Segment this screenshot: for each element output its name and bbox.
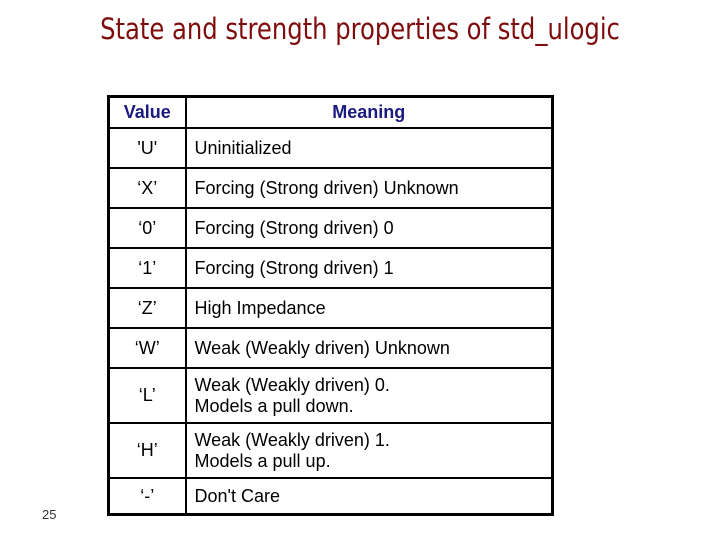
meaning-cell: Forcing (Strong driven) Unknown xyxy=(184,167,554,209)
meaning-cell: Uninitialized xyxy=(184,127,554,169)
meaning-cell: Weak (Weakly driven) 0. Models a pull do… xyxy=(184,367,554,424)
slide-number: 25 xyxy=(42,507,57,522)
table-row: ‘W’ Weak (Weakly driven) Unknown xyxy=(107,327,554,369)
meaning-cell: Forcing (Strong driven) 0 xyxy=(184,207,554,249)
meaning-line: Weak (Weakly driven) 0. xyxy=(194,374,390,395)
slide-title: State and strength properties of std_ulo… xyxy=(100,12,620,46)
meaning-line: High Impedance xyxy=(194,297,326,318)
table-row: 'U' Uninitialized xyxy=(107,127,554,169)
value-cell: 'U' xyxy=(107,127,187,169)
table-row: ‘0’ Forcing (Strong driven) 0 xyxy=(107,207,554,249)
table-row: ‘-’ Don't Care xyxy=(107,477,554,516)
meaning-line: Weak (Weakly driven) Unknown xyxy=(194,337,450,358)
meaning-cell: Weak (Weakly driven) Unknown xyxy=(184,327,554,369)
value-cell: ‘-’ xyxy=(107,477,187,516)
meaning-line: Uninitialized xyxy=(194,137,292,158)
table-row: ‘1’ Forcing (Strong driven) 1 xyxy=(107,247,554,289)
meaning-cell: Weak (Weakly driven) 1. Models a pull up… xyxy=(184,422,554,479)
value-cell: ‘W’ xyxy=(107,327,187,369)
column-header-value: Value xyxy=(107,95,187,129)
meaning-cell: Don't Care xyxy=(184,477,554,516)
table-row: ‘L’ Weak (Weakly driven) 0. Models a pul… xyxy=(107,367,554,424)
meaning-line: Forcing (Strong driven) 1 xyxy=(194,257,394,278)
value-cell: ‘L’ xyxy=(107,367,187,424)
meaning-line: Models a pull up. xyxy=(194,450,331,471)
meaning-line: Models a pull down. xyxy=(194,395,354,416)
column-header-meaning: Meaning xyxy=(184,95,554,129)
meaning-line: Forcing (Strong driven) 0 xyxy=(194,217,394,238)
value-cell: ‘H’ xyxy=(107,422,187,479)
meaning-line: Forcing (Strong driven) Unknown xyxy=(194,177,459,198)
meaning-line: Weak (Weakly driven) 1. xyxy=(194,429,390,450)
table-header-row: Value Meaning xyxy=(107,95,554,129)
table-row: ‘Z’ High Impedance xyxy=(107,287,554,329)
meaning-cell: High Impedance xyxy=(184,287,554,329)
meaning-line: Don't Care xyxy=(194,485,280,506)
std-ulogic-table: Value Meaning 'U' Uninitialized ‘X’ Forc… xyxy=(107,95,554,516)
table-row: ‘H’ Weak (Weakly driven) 1. Models a pul… xyxy=(107,422,554,479)
table-row: ‘X’ Forcing (Strong driven) Unknown xyxy=(107,167,554,209)
value-cell: ‘X’ xyxy=(107,167,187,209)
value-cell: ‘Z’ xyxy=(107,287,187,329)
value-cell: ‘1’ xyxy=(107,247,187,289)
meaning-cell: Forcing (Strong driven) 1 xyxy=(184,247,554,289)
value-cell: ‘0’ xyxy=(107,207,187,249)
